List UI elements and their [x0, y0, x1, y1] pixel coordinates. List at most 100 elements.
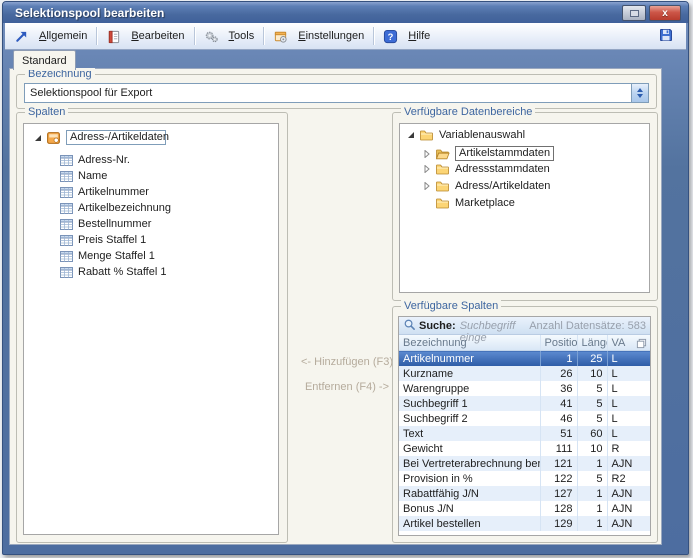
combobox-spinner-button[interactable]: [631, 84, 648, 102]
table-row[interactable]: Text5160L: [399, 426, 650, 441]
tree-item[interactable]: Bestellnummer: [60, 218, 151, 230]
search-label: Suche:: [419, 320, 456, 332]
search-bar[interactable]: Suche: Hier Suchbegriff einge Anzahl Dat…: [399, 317, 650, 335]
spalten-tree[interactable]: Adress-/Artikeldaten Adress-Nr. Name Art…: [23, 123, 279, 535]
verfuegbare-spalten-group: Verfügbare Spalten Suche: Hier Suchbegri…: [392, 306, 658, 543]
table-row[interactable]: Warengruppe365L: [399, 381, 650, 396]
tree-item[interactable]: Artikelnummer: [60, 186, 149, 198]
add-columns-label: <- Hinzufügen (F3): [301, 356, 393, 368]
tab-standard-label: Standard: [22, 55, 67, 67]
folder-icon: [419, 129, 434, 141]
add-columns-button[interactable]: <- Hinzufügen (F3): [292, 356, 402, 368]
menu-bearbeiten[interactable]: Bearbeiten: [97, 23, 193, 49]
menu-allgemein-label: Allgemein: [39, 30, 87, 42]
svg-text:?: ?: [388, 31, 394, 41]
open-folder-icon: [435, 148, 450, 160]
tree-item-label[interactable]: Artikelstammdaten: [455, 146, 554, 161]
bezeichnung-combobox[interactable]: Selektionspool für Export: [24, 83, 649, 103]
tree-expanded-arrow-icon[interactable]: [407, 131, 415, 139]
tree-item-label: Bestellnummer: [78, 218, 151, 230]
table-row[interactable]: Artikelnummer125L: [399, 351, 650, 367]
menu-tools-label: Tools: [229, 30, 255, 42]
save-icon: [658, 27, 674, 46]
restore-icon: [630, 10, 639, 17]
datenbereiche-root-label: Variablenauswahl: [439, 129, 525, 141]
menu-bearbeiten-label: Bearbeiten: [131, 30, 184, 42]
help-icon: ?: [383, 29, 398, 44]
tree-collapsed-arrow-icon[interactable]: [423, 150, 431, 158]
column-header-position[interactable]: Position: [540, 335, 577, 351]
up-down-arrows-icon: [636, 87, 644, 99]
tree-item-label: Preis Staffel 1: [78, 234, 146, 246]
table-row[interactable]: Gewicht11110R: [399, 441, 650, 456]
save-button[interactable]: [656, 27, 676, 45]
menu-allgemein[interactable]: Allgemein: [5, 23, 96, 49]
spalten-tree-root[interactable]: Adress-/Artikeldaten: [34, 130, 166, 145]
search-input[interactable]: Hier Suchbegriff einge: [460, 316, 530, 344]
record-count: Anzahl Datensätze: 583: [529, 320, 646, 332]
datenbereiche-tree[interactable]: Variablenauswahl Artikelstammdaten: [399, 123, 650, 293]
table-row[interactable]: Bei Vertreterabrechnung berücksichtige12…: [399, 456, 650, 471]
tree-item-label: Artikelbezeichnung: [78, 202, 171, 214]
tree-item-label: Artikelnummer: [78, 186, 149, 198]
table-row[interactable]: Artikel bestellen1291AJN: [399, 516, 650, 531]
tree-collapsed-arrow-icon[interactable]: [423, 182, 431, 190]
tree-collapsed-arrow-icon[interactable]: [423, 165, 431, 173]
arrow-up-right-icon: [14, 29, 29, 44]
verfuegbare-spalten-group-label: Verfügbare Spalten: [401, 300, 501, 312]
datenbereiche-group-label: Verfügbare Datenbereiche: [401, 106, 535, 118]
tree-expanded-arrow-icon[interactable]: [34, 134, 42, 142]
table-row[interactable]: Rabattfähig J/N1271AJN: [399, 486, 650, 501]
spalten-root-label[interactable]: Adress-/Artikeldaten: [66, 130, 166, 145]
column-header-laenge[interactable]: Länge: [577, 335, 607, 351]
tree-item-adress-artikeldaten[interactable]: Adress/Artikeldaten: [423, 180, 550, 192]
tree-item[interactable]: Adress-Nr.: [60, 154, 130, 166]
tree-item[interactable]: Preis Staffel 1: [60, 234, 146, 246]
datenbereiche-root[interactable]: Variablenauswahl: [407, 129, 525, 141]
menu-tools[interactable]: Tools: [195, 23, 264, 49]
menu-hilfe[interactable]: ? Hilfe: [374, 23, 439, 49]
column-chooser-icon[interactable]: [636, 338, 647, 352]
bezeichnung-value: Selektionspool für Export: [25, 87, 631, 99]
columns-table[interactable]: Bezeichnung Position Länge VA Artikelnum…: [399, 335, 650, 531]
tab-standard[interactable]: Standard: [13, 50, 76, 70]
remove-columns-label: Entfernen (F4) ->: [305, 381, 389, 393]
search-icon: [403, 318, 416, 334]
tree-item-adressstammdaten[interactable]: Adressstammdaten: [423, 163, 550, 175]
table-row[interactable]: Provision in %1225R2: [399, 471, 650, 486]
restore-button[interactable]: [622, 5, 646, 21]
table-row[interactable]: Bonus J/N1281AJN: [399, 501, 650, 516]
table-row[interactable]: Suchbegriff 1415L: [399, 396, 650, 411]
settings-window-icon: [273, 29, 288, 44]
toolbar: Allgemein Bearbeiten Tools: [5, 23, 686, 50]
table-column-icon: [60, 235, 73, 246]
table-column-icon: [60, 203, 73, 214]
tree-item-label: Adress/Artikeldaten: [455, 180, 550, 192]
screen: Selektionspool bearbeiten x Allgemein Be…: [0, 0, 693, 558]
table-column-icon: [60, 251, 73, 262]
tree-item-marketplace[interactable]: Marketplace: [435, 197, 515, 209]
title-bar[interactable]: Selektionspool bearbeiten x: [3, 2, 688, 23]
tree-item[interactable]: Menge Staffel 1: [60, 250, 155, 262]
data-source-icon: [46, 131, 61, 145]
tree-item-label: Rabatt % Staffel 1: [78, 266, 166, 278]
tree-item[interactable]: Name: [60, 170, 107, 182]
table-row[interactable]: Suchbegriff 2465L: [399, 411, 650, 426]
table-column-icon: [60, 219, 73, 230]
tree-item-label: Name: [78, 170, 107, 182]
tree-item[interactable]: Rabatt % Staffel 1: [60, 266, 166, 278]
tree-item[interactable]: Artikelbezeichnung: [60, 202, 171, 214]
tree-item-artikelstammdaten[interactable]: Artikelstammdaten: [423, 146, 554, 161]
gears-icon: [204, 29, 219, 44]
dialog-window: Selektionspool bearbeiten x Allgemein Be…: [2, 1, 689, 555]
folder-icon: [435, 180, 450, 192]
table-row[interactable]: Kurzname2610L: [399, 366, 650, 381]
remove-columns-button[interactable]: Entfernen (F4) ->: [292, 381, 402, 393]
spalten-group-label: Spalten: [25, 106, 68, 118]
tree-item-label: Adressstammdaten: [455, 163, 550, 175]
folder-icon: [435, 197, 450, 209]
menu-einstellungen[interactable]: Einstellungen: [264, 23, 373, 49]
tree-item-label: Menge Staffel 1: [78, 250, 155, 262]
close-button[interactable]: x: [649, 5, 681, 21]
folder-icon: [435, 163, 450, 175]
